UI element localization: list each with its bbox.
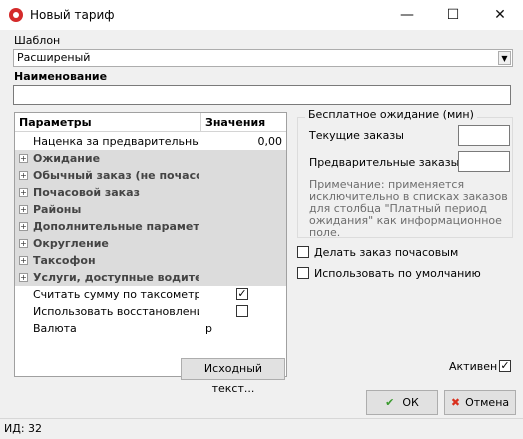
maximize-button[interactable]: ☐ — [430, 0, 476, 30]
template-select[interactable]: Расширеный ▼ — [13, 49, 513, 67]
template-label: Шаблон — [14, 34, 61, 47]
grid-group-name: Округление — [33, 237, 109, 250]
expand-icon[interactable]: + — [19, 222, 28, 231]
ok-label: ОК — [402, 396, 419, 409]
km-restore-checkbox[interactable] — [236, 305, 248, 317]
grid-group-hourly-order[interactable]: + Почасовой заказ — [15, 184, 286, 201]
chevron-down-icon[interactable]: ▼ — [498, 51, 511, 65]
grid-row-markup[interactable]: Наценка за предварительный заказ 0,00 — [15, 133, 286, 150]
expand-icon[interactable]: + — [19, 154, 28, 163]
grid-row-name: Считать сумму по таксометру — [33, 288, 199, 301]
hourly-label[interactable]: Делать заказ почасовым — [314, 246, 458, 259]
grid-row-value[interactable]: 0,00 — [258, 135, 283, 148]
grid-row-currency[interactable]: Валюта р — [15, 320, 286, 337]
app-icon — [9, 8, 23, 22]
title-bar: Новый тариф — ☐ ✕ — [0, 0, 523, 30]
current-orders-label: Текущие заказы — [309, 129, 404, 142]
grid-row-value[interactable]: р — [205, 322, 212, 335]
hourly-checkbox[interactable] — [297, 246, 309, 258]
current-orders-input[interactable] — [458, 125, 510, 146]
grid-group-name: Таксофон — [33, 254, 96, 267]
cancel-button[interactable]: ✖ Отмена — [444, 390, 516, 415]
expand-icon[interactable]: + — [19, 205, 28, 214]
expand-icon[interactable]: + — [19, 171, 28, 180]
dialog-body: Шаблон Расширеный ▼ Наименование Парамет… — [0, 30, 523, 439]
grid-group-name: Обычный заказ (не почасовой) — [33, 169, 199, 182]
grid-col-params[interactable]: Параметры — [19, 116, 92, 129]
status-bar: ИД: 32 — [0, 418, 523, 439]
grid-group-payphone[interactable]: + Таксофон — [15, 252, 286, 269]
minimize-button[interactable]: — — [384, 0, 430, 30]
grid-row-taximeter[interactable]: Считать сумму по таксометру ✓ — [15, 286, 286, 303]
active-label[interactable]: Активен — [449, 360, 497, 373]
grid-group-districts[interactable]: + Районы — [15, 201, 286, 218]
params-grid: Параметры Значения Наценка за предварите… — [14, 112, 287, 377]
ok-button[interactable]: ✔ ОК — [366, 390, 438, 415]
grid-row-name: Использовать восстановление км — [33, 305, 199, 318]
grid-row-name: Наценка за предварительный заказ — [33, 135, 199, 148]
name-input[interactable] — [13, 85, 511, 105]
preliminary-orders-label: Предварительные заказы — [309, 156, 460, 169]
preliminary-orders-input[interactable] — [458, 151, 510, 172]
free-wait-legend: Бесплатное ожидание (мин) — [305, 108, 477, 121]
expand-icon[interactable]: + — [19, 273, 28, 282]
grid-row-name: Валюта — [33, 322, 77, 335]
grid-group-regular-order[interactable]: + Обычный заказ (не почасовой) — [15, 167, 286, 184]
grid-col-values[interactable]: Значения — [205, 116, 265, 129]
expand-icon[interactable]: + — [19, 188, 28, 197]
expand-icon[interactable]: + — [19, 239, 28, 248]
grid-header: Параметры Значения — [15, 113, 286, 132]
window-title: Новый тариф — [30, 8, 115, 22]
grid-row-km-restore[interactable]: Использовать восстановление км — [15, 303, 286, 320]
expand-icon[interactable]: + — [19, 256, 28, 265]
name-label: Наименование — [14, 70, 108, 83]
grid-group-rounding[interactable]: + Округление — [15, 235, 286, 252]
grid-group-name: Услуги, доступные водителям — [33, 271, 199, 284]
grid-group-name: Районы — [33, 203, 82, 216]
template-selected-value: Расширеный — [17, 51, 91, 64]
checkmark-icon: ✔ — [385, 396, 395, 409]
free-wait-note: Примечание: применяется исключительно в … — [309, 178, 508, 239]
close-button[interactable]: ✕ — [477, 0, 523, 30]
active-checkbox[interactable]: ✓ — [499, 360, 511, 372]
taximeter-checkbox[interactable]: ✓ — [236, 288, 248, 300]
default-label[interactable]: Использовать по умолчанию — [314, 267, 481, 280]
default-checkbox[interactable] — [297, 267, 309, 279]
grid-group-extra-params[interactable]: + Дополнительные параметры — [15, 218, 286, 235]
grid-group-name: Дополнительные параметры — [33, 220, 199, 233]
cancel-label: Отмена — [465, 396, 510, 409]
grid-group-name: Ожидание — [33, 152, 101, 165]
column-divider[interactable] — [200, 113, 201, 131]
cross-icon: ✖ — [450, 396, 461, 409]
source-text-button[interactable]: Исходный текст... — [181, 358, 285, 395]
grid-group-name: Почасовой заказ — [33, 186, 140, 199]
id-status: ИД: 32 — [4, 422, 43, 435]
grid-group-waiting[interactable]: + Ожидание — [15, 150, 286, 167]
grid-group-driver-services[interactable]: + Услуги, доступные водителям — [15, 269, 286, 286]
